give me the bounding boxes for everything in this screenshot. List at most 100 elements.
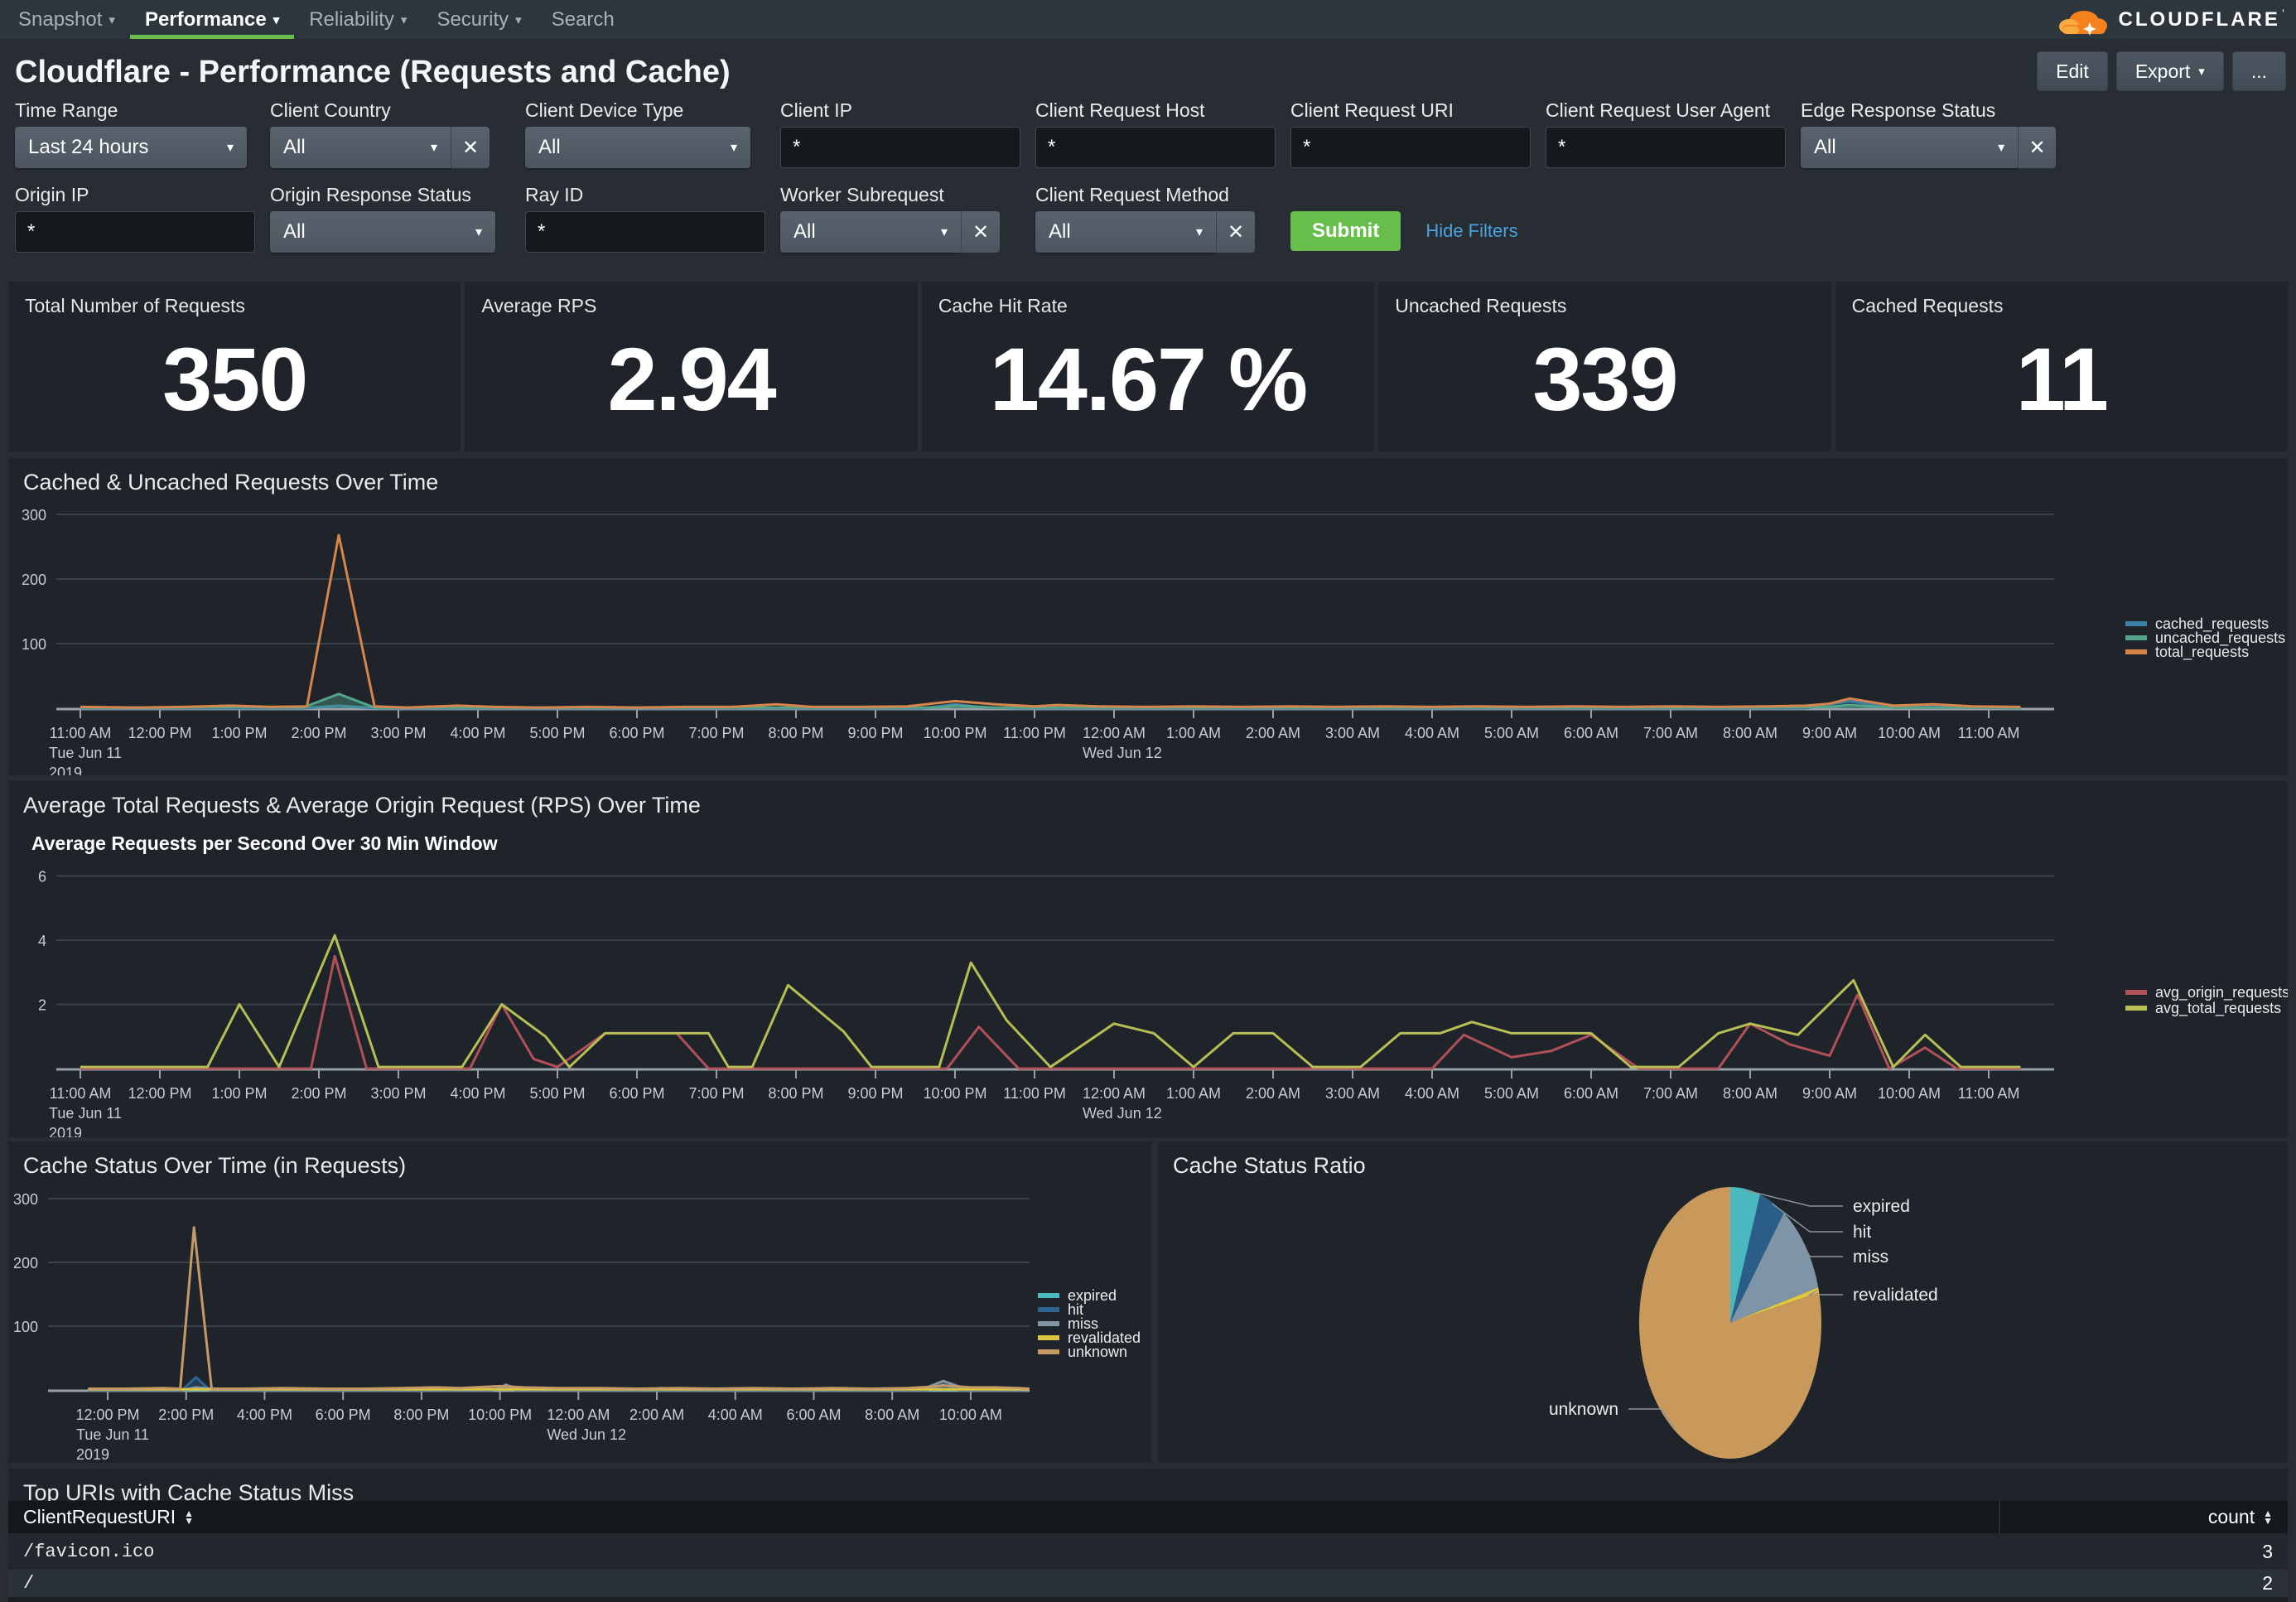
caret-down-icon: ▾ (1196, 224, 1203, 240)
filter-client-request-method: Client Request Method All ▾ ✕ (1035, 184, 1290, 253)
origin-ip-input[interactable] (15, 211, 255, 253)
hide-filters-link[interactable]: Hide Filters (1425, 211, 1517, 253)
svg-text:7:00 AM: 7:00 AM (1643, 725, 1698, 741)
svg-text:2019: 2019 (49, 1125, 82, 1137)
legend-label: avg_origin_requests (2155, 984, 2288, 1001)
svg-text:100: 100 (13, 1319, 38, 1335)
svg-text:12:00 PM: 12:00 PM (128, 1085, 191, 1102)
pie-label-expired: expired (1853, 1197, 1910, 1216)
panel-cache-status-ratio: expiredhitmissrevalidatedunknown Cache S… (1158, 1141, 2288, 1463)
caret-down-icon: ▾ (109, 12, 115, 27)
kpi-total-requests: Total Number of Requests 350 (8, 282, 461, 451)
svg-text:11:00 AM: 11:00 AM (1958, 725, 2020, 741)
client-request-method-select[interactable]: All ▾ (1035, 211, 1216, 253)
client-device-type-select[interactable]: All ▾ (525, 127, 750, 168)
svg-text:4:00 AM: 4:00 AM (1405, 725, 1459, 741)
client-request-host-input[interactable] (1035, 127, 1276, 168)
svg-text:1:00 PM: 1:00 PM (211, 1085, 267, 1102)
kpi-value: 339 (1378, 317, 1831, 451)
svg-text:200: 200 (22, 572, 46, 588)
client-country-select[interactable]: All ▾ (270, 127, 451, 168)
submit-button[interactable]: Submit (1290, 211, 1401, 251)
filter-row-1: Time Range Last 24 hours ▾ Client Countr… (15, 99, 2056, 168)
svg-text:11:00 PM: 11:00 PM (1003, 725, 1066, 741)
table-row-partial (8, 1597, 2288, 1602)
client-request-user-agent-input[interactable] (1546, 127, 1786, 168)
uri-cell: /favicon.ico (8, 1542, 2262, 1562)
filter-label: Origin IP (15, 184, 270, 203)
worker-subrequest-clear-button[interactable]: ✕ (961, 211, 1000, 253)
svg-text:Tue Jun 11: Tue Jun 11 (76, 1426, 149, 1443)
svg-text:7:00 PM: 7:00 PM (688, 725, 744, 741)
filter-origin-response-status: Origin Response Status All ▾ (270, 184, 525, 253)
svg-text:10:00 PM: 10:00 PM (923, 725, 986, 741)
edge-response-status-clear-button[interactable]: ✕ (2018, 127, 2056, 168)
svg-text:100: 100 (22, 636, 46, 653)
svg-text:5:00 AM: 5:00 AM (1484, 1085, 1539, 1102)
origin-response-status-select[interactable]: All ▾ (270, 211, 495, 253)
nav-security[interactable]: Security ▾ (422, 0, 536, 39)
edge-response-status-select[interactable]: All ▾ (1801, 127, 2018, 168)
legend-label: avg_total_requests (2155, 1000, 2281, 1017)
svg-text:6:00 AM: 6:00 AM (786, 1407, 841, 1423)
client-request-method-clear-button[interactable]: ✕ (1216, 211, 1255, 253)
dashboard-page: Snapshot ▾ Performance ▾ Reliability ▾ S… (0, 0, 2296, 1602)
nav-search[interactable]: Search (537, 0, 629, 39)
client-country-clear-button[interactable]: ✕ (451, 127, 490, 168)
svg-text:11:00 AM: 11:00 AM (50, 725, 112, 741)
filter-time-range: Time Range Last 24 hours ▾ (15, 99, 270, 168)
panel-cache-status-over-time: 10020030012:00 PMTue Jun 1120192:00 PM4:… (8, 1141, 1151, 1463)
avg_total_requests-line (80, 935, 2020, 1067)
ray-id-input[interactable] (525, 211, 765, 253)
kpi-cached-requests: Cached Requests 11 (1835, 282, 2288, 451)
filter-label: Client IP (780, 99, 1035, 118)
column-header-count[interactable]: count ▲▼ (1999, 1501, 2288, 1533)
filter-label: Client Request Method (1035, 184, 1290, 203)
kpi-cache-hit-rate: Cache Hit Rate 14.67 % (922, 282, 1374, 451)
svg-text:2:00 AM: 2:00 AM (1246, 1085, 1300, 1102)
filter-label: Ray ID (525, 184, 780, 203)
time-range-select[interactable]: Last 24 hours ▾ (15, 127, 247, 168)
worker-subrequest-select[interactable]: All ▾ (780, 211, 961, 253)
svg-text:4:00 PM: 4:00 PM (237, 1407, 292, 1423)
svg-text:8:00 PM: 8:00 PM (393, 1407, 449, 1423)
svg-text:12:00 AM: 12:00 AM (1083, 1085, 1146, 1102)
nav-snapshot[interactable]: Snapshot ▾ (3, 0, 130, 39)
svg-text:2019: 2019 (76, 1446, 109, 1463)
svg-text:300: 300 (13, 1191, 38, 1208)
caret-down-icon: ▾ (273, 12, 280, 27)
svg-text:4:00 AM: 4:00 AM (708, 1407, 763, 1423)
svg-text:3:00 AM: 3:00 AM (1325, 1085, 1380, 1102)
kpi-average-rps: Average RPS 2.94 (465, 282, 917, 451)
nav-reliability[interactable]: Reliability ▾ (294, 0, 422, 39)
caret-down-icon: ▾ (941, 224, 948, 240)
unknown-line (88, 1228, 1030, 1389)
svg-text:2: 2 (38, 997, 46, 1014)
kpi-value: 14.67 % (922, 317, 1374, 451)
client-ip-input[interactable] (780, 127, 1020, 168)
svg-text:10:00 PM: 10:00 PM (468, 1407, 532, 1423)
filter-edge-response-status: Edge Response Status All ▾ ✕ (1801, 99, 2056, 168)
svg-text:5:00 AM: 5:00 AM (1484, 725, 1539, 741)
more-options-button[interactable]: ... (2232, 51, 2286, 91)
client-request-uri-input[interactable] (1290, 127, 1531, 168)
svg-text:7:00 PM: 7:00 PM (688, 1085, 744, 1102)
svg-text:4:00 PM: 4:00 PM (450, 725, 505, 741)
svg-text:Wed Jun 12: Wed Jun 12 (1083, 1105, 1162, 1122)
nav-performance[interactable]: Performance ▾ (130, 0, 294, 39)
caret-down-icon: ▾ (401, 12, 408, 27)
svg-text:6:00 AM: 6:00 AM (1564, 1085, 1618, 1102)
cloud-icon (2051, 2, 2114, 38)
sort-icon: ▲▼ (184, 1510, 194, 1525)
edit-button[interactable]: Edit (2037, 51, 2108, 91)
count-cell: 3 (2262, 1541, 2288, 1563)
panel-average-rps-over-time: 24611:00 AMTue Jun 11201912:00 PM1:00 PM… (8, 781, 2288, 1137)
svg-text:9:00 AM: 9:00 AM (1802, 725, 1857, 741)
export-button[interactable]: Export ▾ (2116, 51, 2224, 91)
panel-title: Cache Status Ratio (1173, 1153, 1366, 1179)
svg-text:2:00 PM: 2:00 PM (291, 725, 346, 741)
filter-label: Client Request URI (1290, 99, 1546, 118)
svg-text:2:00 AM: 2:00 AM (629, 1407, 684, 1423)
column-header-clientrequesturi[interactable]: ClientRequestURI ▲▼ (8, 1506, 1999, 1528)
total_requests-line (80, 535, 2020, 707)
